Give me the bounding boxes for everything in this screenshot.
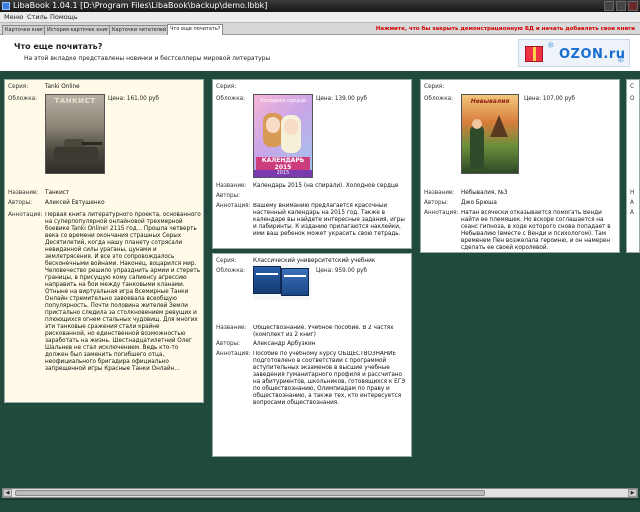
book-card-calendar[interactable]: Серия: Обложка: Холодное сердце КАЛЕНДАР…: [212, 79, 412, 249]
cover-label: Обложка:: [216, 268, 246, 274]
book-cover-image: Невывалия: [461, 94, 519, 174]
tab-what-to-read[interactable]: Что еще почитать?: [167, 24, 224, 35]
menu-bar: Меню Стиль Помощь: [0, 12, 640, 23]
annotation-text: Вашему вниманию предлагается красочный н…: [253, 203, 405, 237]
price-value: 959.00 руб: [334, 268, 368, 274]
minimize-icon[interactable]: [604, 1, 614, 11]
book-card-tankist[interactable]: Серия: Tanki Online Обложка: ТАНКИСТ Цен…: [4, 79, 204, 403]
authors-value: Александр Арбузкин: [253, 341, 316, 347]
cover-label: О: [630, 96, 635, 102]
book-cover-image: [253, 264, 311, 300]
price-label: Цена:: [316, 268, 334, 274]
name-label: Н: [630, 190, 635, 196]
authors-label: Авторы:: [424, 200, 449, 206]
name-value: Обществознание. Учебное пособие. В 2 час…: [253, 325, 394, 338]
annotation-label: А: [630, 210, 634, 216]
price-label: Цена:: [524, 96, 542, 102]
book-cover-image: ТАНКИСТ: [45, 94, 105, 174]
status-bar: [0, 499, 640, 512]
authors-label: Авторы:: [216, 341, 241, 347]
name-value: Небывалия, №3: [461, 190, 508, 196]
price-value: 161.00 руб: [126, 96, 160, 102]
authors-value: Джо Брюша: [461, 200, 497, 206]
name-label: Название:: [216, 183, 247, 189]
close-icon[interactable]: [628, 1, 638, 11]
authors-label: Авторы:: [8, 200, 33, 206]
authors-label: Авторы:: [216, 193, 241, 199]
window-title: LibaBook 1.04.1 [D:\Program Files\LibaBo…: [13, 1, 268, 10]
scroll-thumb[interactable]: [15, 490, 485, 496]
menu-item-menu[interactable]: Меню: [4, 12, 23, 23]
series-label: Серия:: [216, 84, 237, 90]
annotation-label: Аннотация:: [216, 351, 251, 357]
page-subtitle: На этой вкладке представлены новинки и б…: [24, 55, 271, 62]
book-icon: [253, 266, 281, 294]
cover-title: Невывалия: [470, 98, 510, 105]
price-value: 107.00 руб: [542, 96, 576, 102]
title-bar: LibaBook 1.04.1 [D:\Program Files\LibaBo…: [0, 0, 640, 12]
price-label: Цена:: [316, 96, 334, 102]
name-value: Танкист: [45, 190, 70, 196]
price-field: Цена: 161.00 руб: [108, 96, 159, 103]
tab-reader-cards[interactable]: Карточки читателей: [109, 25, 170, 35]
authors-value: Алексей Евтушенко: [45, 200, 105, 206]
scroll-right-icon[interactable]: ▶: [628, 489, 637, 497]
name-value: Календарь 2015 (на спирали). Холодное се…: [253, 183, 399, 189]
page-title: Что еще почитать?: [14, 42, 103, 51]
book-cover-image: Холодное сердце КАЛЕНДАРЬ 2015 2015: [253, 94, 313, 178]
annotation-label: Аннотация:: [424, 210, 459, 216]
cover-caption: КАЛЕНДАРЬ 2015: [256, 157, 310, 171]
price-field: Цена: 139.00 руб: [316, 96, 367, 103]
ozon-banner[interactable]: ❄ ❄ OZON.ru: [518, 39, 630, 67]
gift-icon: [525, 46, 543, 62]
price-value: 139.00 руб: [334, 96, 368, 102]
tab-book-card-history[interactable]: История карточек книг: [44, 25, 112, 35]
series-label: Серия:: [8, 84, 29, 90]
cover-year: 2015: [254, 170, 312, 177]
price-label: Цена:: [108, 96, 126, 102]
app-icon: [2, 2, 10, 10]
horizontal-scrollbar[interactable]: ◀ ▶: [2, 488, 638, 498]
cover-label: Обложка:: [216, 96, 246, 102]
cover-title: Холодное сердце: [259, 98, 307, 104]
series-value: Tanki Online: [45, 84, 80, 90]
annotation-text: Первая книга литературного проекта, осно…: [45, 212, 201, 372]
annotation-text: Натан всячески отказывается помогать Вен…: [461, 210, 611, 251]
authors-label: А: [630, 200, 634, 206]
page-header: Что еще почитать? На этой вкладке предст…: [0, 35, 640, 73]
maximize-icon[interactable]: [616, 1, 626, 11]
cover-label: Обложка:: [8, 96, 38, 102]
price-field: Цена: 959.00 руб: [316, 268, 367, 275]
name-label: Название:: [216, 325, 247, 331]
books-panel: Серия: Tanki Online Обложка: ТАНКИСТ Цен…: [0, 75, 640, 487]
price-field: Цена: 107.00 руб: [524, 96, 575, 103]
annotation-label: Аннотация:: [216, 203, 251, 209]
ship-icon: [490, 115, 508, 137]
snowflake-icon: ❄: [547, 41, 555, 51]
series-label: Серия:: [216, 258, 237, 264]
scroll-left-icon[interactable]: ◀: [3, 489, 12, 497]
book-icon: [281, 268, 309, 296]
tab-book-cards[interactable]: Карточки книг: [2, 25, 47, 35]
ozon-logo: OZON.ru: [559, 47, 626, 62]
series-label: С: [630, 84, 634, 90]
cover-label: Обложка:: [424, 96, 454, 102]
menu-item-help[interactable]: Помощь: [50, 12, 78, 23]
menu-item-style[interactable]: Стиль: [27, 12, 48, 23]
name-label: Название:: [424, 190, 455, 196]
cover-title: ТАНКИСТ: [54, 97, 96, 105]
annotation-text: Пособие по учебному курсу ОБЩЕСТВОЗНАНИЕ…: [253, 351, 406, 406]
book-card-partial[interactable]: С О Н А А: [626, 79, 640, 253]
series-label: Серия:: [424, 84, 445, 90]
close-demo-link[interactable]: Нажмите, что бы закрыть демонстрационную…: [373, 25, 638, 34]
annotation-label: Аннотация:: [8, 212, 43, 218]
tab-bar: Карточки книг История карточек книг Карт…: [0, 23, 640, 35]
book-card-social-studies[interactable]: Серия: Классический университетский учеб…: [212, 253, 412, 457]
name-label: Название:: [8, 190, 39, 196]
book-card-nevyvaliya[interactable]: Серия: Обложка: Невывалия Цена: 107.00 р…: [420, 79, 620, 253]
